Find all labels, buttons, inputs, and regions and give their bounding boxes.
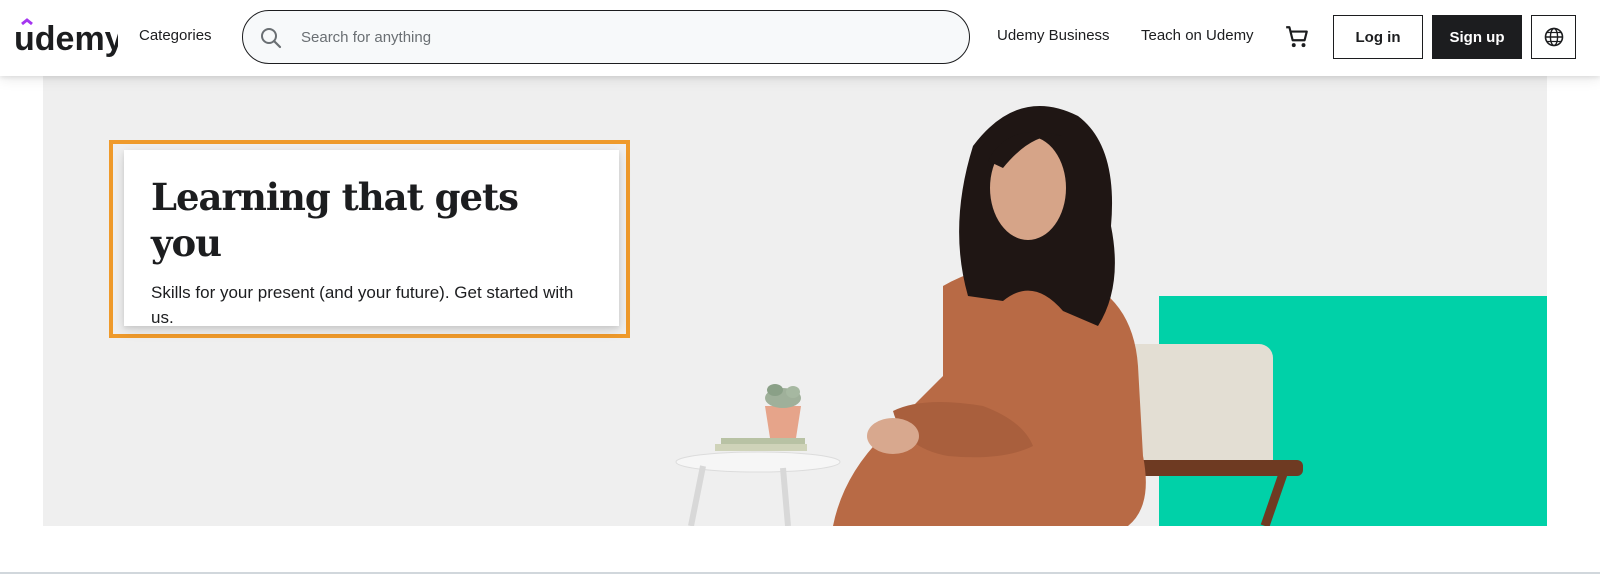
search-input[interactable] bbox=[301, 11, 951, 63]
hero-title: Learning that gets you bbox=[151, 175, 519, 265]
globe-icon bbox=[1544, 27, 1563, 47]
search-icon[interactable] bbox=[259, 26, 283, 50]
search-bar bbox=[242, 10, 970, 64]
hero-text-card: Learning that gets you Skills for your p… bbox=[124, 150, 619, 327]
udemy-business-link[interactable]: Udemy Business bbox=[997, 27, 1110, 44]
login-button[interactable]: Log in bbox=[1333, 15, 1423, 59]
hero-subtitle: Skills for your present (and your future… bbox=[151, 283, 574, 327]
udemy-logo[interactable]: udemy bbox=[14, 16, 118, 58]
language-button[interactable] bbox=[1531, 15, 1576, 59]
teach-on-udemy-link[interactable]: Teach on Udemy bbox=[1141, 27, 1254, 44]
categories-link[interactable]: Categories bbox=[139, 27, 212, 44]
signup-button[interactable]: Sign up bbox=[1432, 15, 1522, 59]
cart-icon[interactable] bbox=[1284, 24, 1310, 50]
top-header: udemy Categories Udemy Business Teach on… bbox=[0, 0, 1600, 76]
logo-text: udemy bbox=[14, 20, 118, 58]
